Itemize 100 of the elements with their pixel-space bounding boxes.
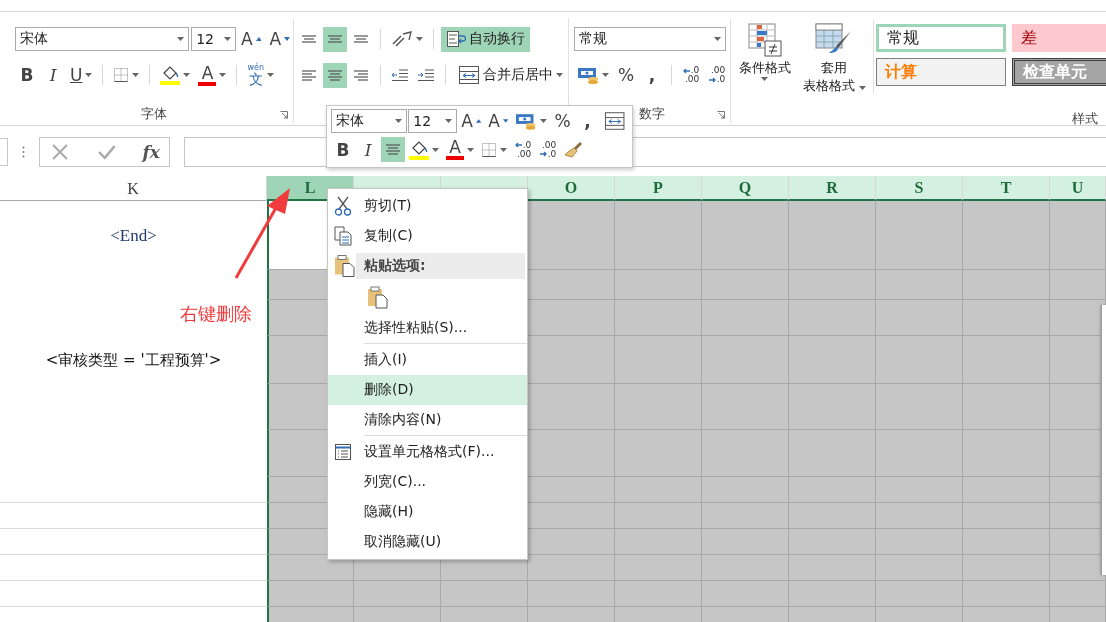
- grid-cell: [1050, 555, 1106, 581]
- decrease-font-size-button[interactable]: A: [485, 108, 512, 133]
- grid-cell: [1050, 201, 1106, 270]
- comma-style-button[interactable]: ,: [640, 62, 664, 88]
- column-header[interactable]: O: [528, 176, 615, 201]
- wrap-text-icon: [446, 30, 466, 48]
- align-left-icon: [301, 69, 317, 81]
- align-center-button[interactable]: [323, 62, 347, 88]
- annotation-label: 右键删除: [180, 302, 252, 326]
- comma-style-button[interactable]: ,: [575, 108, 600, 133]
- caret-icon: [556, 73, 563, 77]
- menu-item[interactable]: 删除(D): [328, 375, 527, 405]
- italic-button[interactable]: I: [356, 137, 380, 162]
- caret-icon: [219, 73, 227, 77]
- merge-cells-icon: [458, 65, 480, 85]
- decrease-decimal-button[interactable]: .00 .0: [705, 62, 729, 88]
- clipboard-icon: [334, 254, 355, 278]
- increase-decimal-button[interactable]: .0 .00: [511, 137, 535, 162]
- align-center-button[interactable]: [381, 137, 405, 162]
- font-name-dropdown[interactable]: 宋体: [331, 108, 408, 133]
- percent-button[interactable]: %: [614, 62, 638, 88]
- outdent-icon: [391, 68, 409, 82]
- decrease-decimal-button[interactable]: .00 .0: [536, 137, 560, 162]
- paintbrush-icon: [564, 141, 582, 158]
- conditional-formatting-button[interactable]: 条件格式: [733, 20, 796, 110]
- underline-button[interactable]: U: [67, 62, 96, 88]
- font-name-dropdown[interactable]: 宋体: [15, 27, 190, 51]
- font-color-button[interactable]: A: [443, 137, 477, 162]
- borders-icon: [113, 67, 130, 83]
- arrow-icon: [514, 142, 522, 148]
- group-label: 数字: [638, 105, 665, 123]
- align-middle-button[interactable]: [323, 26, 347, 52]
- menu-item[interactable]: 隐藏(H): [328, 497, 527, 527]
- checkmark-icon: [97, 144, 117, 160]
- merge-cells-icon: [603, 110, 625, 131]
- menu-item[interactable]: 复制(C): [328, 221, 527, 251]
- conditional-format-icon: [747, 23, 782, 57]
- column-header[interactable]: T: [963, 176, 1050, 201]
- format-as-table-button[interactable]: 套用 表格格式: [797, 20, 871, 110]
- caret-icon: [467, 147, 474, 152]
- caret-icon: [395, 118, 403, 123]
- font-color-button[interactable]: A: [195, 62, 230, 88]
- column-header[interactable]: R: [789, 176, 876, 201]
- paint-bucket-icon: [409, 139, 429, 160]
- dialog-launcher-button[interactable]: [715, 110, 726, 120]
- align-bottom-icon: [353, 35, 369, 43]
- caret-icon: [859, 86, 866, 91]
- menu-item[interactable]: 选择性粘贴(S)...: [328, 313, 527, 343]
- arrow-icon: [682, 67, 690, 74]
- column-header[interactable]: P: [615, 176, 702, 201]
- align-top-icon: [301, 35, 317, 43]
- italic-button[interactable]: I: [41, 62, 65, 88]
- menu-item[interactable]: 设置单元格格式(F)...: [328, 437, 527, 467]
- paint-bucket-icon: [160, 65, 181, 85]
- merge-center-button[interactable]: 合并后居中: [453, 62, 568, 88]
- caret-icon: [714, 37, 721, 41]
- triangle-up-icon: [475, 118, 482, 123]
- text-orientation-icon: [391, 30, 413, 48]
- arrow-icon: [708, 76, 716, 83]
- dialog-launcher-button[interactable]: [279, 110, 289, 120]
- money-icon: [577, 66, 599, 84]
- number-format-dropdown[interactable]: 常规: [574, 27, 726, 51]
- phonetic-guide-button[interactable]: wén 文: [244, 62, 277, 88]
- launcher-icon: [716, 111, 725, 119]
- caret-icon: [432, 147, 439, 152]
- caret-icon: [132, 73, 140, 77]
- increase-font-size-button[interactable]: A: [458, 108, 485, 133]
- column-header[interactable]: S: [876, 176, 963, 201]
- menu-item[interactable]: 清除内容(N): [328, 405, 527, 435]
- font-size-dropdown[interactable]: 12: [191, 27, 236, 51]
- bold-button[interactable]: B: [331, 137, 355, 162]
- font-size-dropdown[interactable]: 12: [408, 108, 458, 133]
- group-label: 样式: [1072, 110, 1098, 128]
- increase-font-size-button[interactable]: A: [237, 26, 265, 52]
- cell-style-item[interactable]: 差: [1012, 24, 1106, 52]
- close-icon: [51, 143, 69, 161]
- align-center-icon: [327, 69, 343, 81]
- grip-dots-icon: [22, 146, 25, 158]
- column-header[interactable]: U: [1050, 176, 1106, 201]
- copy-icon: [334, 226, 352, 246]
- triangle-down-icon: [502, 118, 509, 123]
- decrease-font-size-button[interactable]: A: [266, 26, 293, 52]
- launcher-icon: [280, 111, 288, 119]
- cell-style-item[interactable]: 常规: [876, 24, 1006, 52]
- align-right-icon: [353, 69, 369, 81]
- caret-icon: [761, 77, 769, 82]
- percent-button[interactable]: %: [550, 108, 575, 133]
- wrap-text-button[interactable]: 自动换行: [441, 26, 530, 52]
- bold-button[interactable]: B: [15, 62, 39, 88]
- arrow-icon: [539, 151, 547, 157]
- increase-decimal-button[interactable]: .0 .00: [679, 62, 703, 88]
- column-header[interactable]: Q: [702, 176, 789, 201]
- caret-icon: [445, 118, 453, 123]
- align-center-icon: [385, 144, 401, 155]
- caret-icon: [85, 73, 93, 77]
- insert-function-button[interactable]: fx: [141, 141, 161, 163]
- menu-item[interactable]: 列宽(C)...: [328, 467, 527, 497]
- menu-section-header: 粘贴选项:: [356, 253, 525, 279]
- menu-item[interactable]: 取消隐藏(U): [328, 527, 527, 557]
- menu-item[interactable]: 插入(I): [328, 345, 527, 375]
